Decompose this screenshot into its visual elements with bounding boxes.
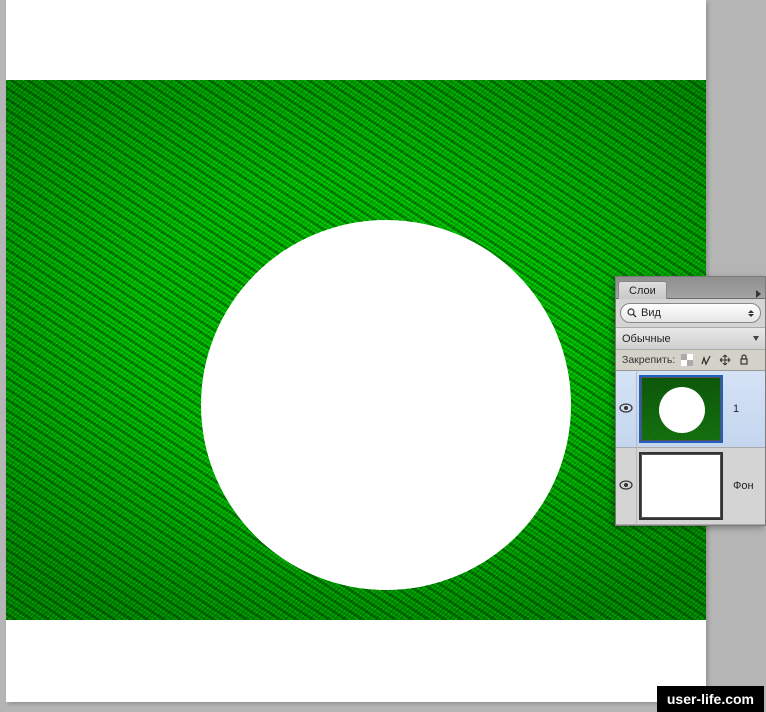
lock-pixels-icon[interactable] — [699, 353, 713, 367]
layer-name[interactable]: 1 — [725, 403, 765, 415]
layer-thumbnail[interactable] — [641, 454, 721, 518]
layers-list: 1 Фон — [616, 371, 765, 525]
panel-tab-bar: Слои — [616, 277, 765, 299]
filter-mode-label: Вид — [641, 307, 744, 319]
layer-filter-row: Вид — [616, 299, 765, 328]
layers-panel: Слои Вид Обычные Закрепить: — [615, 276, 766, 526]
layer-thumbnail[interactable] — [641, 377, 721, 441]
eye-icon — [619, 403, 633, 416]
blend-mode-label: Обычные — [622, 333, 671, 345]
watermark: user-life.com — [657, 686, 764, 712]
canvas-content — [6, 0, 706, 702]
panel-menu-icon[interactable] — [756, 290, 761, 298]
search-icon — [627, 308, 637, 318]
layer-visibility-toggle[interactable] — [616, 371, 637, 447]
layer-row-background[interactable]: Фон — [616, 448, 765, 525]
chevron-down-icon — [753, 336, 759, 341]
blend-mode-dropdown[interactable]: Обычные — [616, 328, 765, 350]
document-canvas[interactable] — [6, 0, 706, 702]
layer-filter-dropdown[interactable]: Вид — [620, 303, 761, 323]
layer-row-1[interactable]: 1 — [616, 371, 765, 448]
lock-controls-row: Закрепить: — [616, 350, 765, 371]
layer-visibility-toggle[interactable] — [616, 448, 637, 524]
eye-icon — [619, 480, 633, 493]
lock-all-icon[interactable] — [737, 353, 751, 367]
circle-cutout — [201, 220, 571, 590]
grass-image-layer — [6, 80, 706, 620]
layer-name[interactable]: Фон — [725, 480, 765, 492]
lock-position-icon[interactable] — [718, 353, 732, 367]
dropdown-caret-icon — [748, 310, 754, 317]
lock-transparency-icon[interactable] — [680, 353, 694, 367]
tab-layers[interactable]: Слои — [618, 281, 667, 299]
lock-label: Закрепить: — [622, 354, 675, 366]
